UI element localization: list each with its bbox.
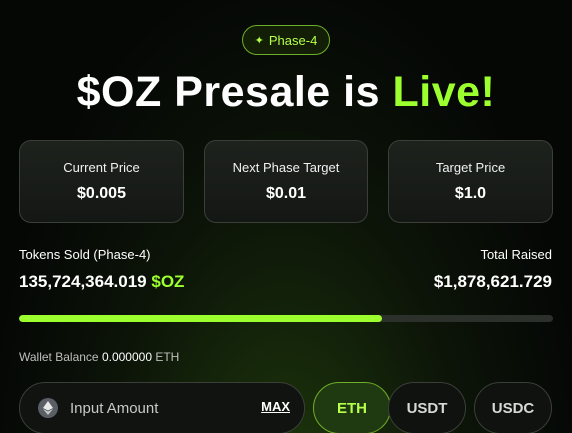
phase-badge-label: Phase-4 — [268, 32, 318, 48]
total-raised-label: Total Raised — [480, 247, 552, 262]
wallet-balance-amount: 0.000000 — [101, 350, 152, 364]
target-price-card: Target Price $1.0 — [388, 140, 553, 223]
ethereum-icon — [38, 398, 58, 418]
next-phase-target-label: Next Phase Target — [232, 160, 340, 175]
tokens-sold-unit: $OZ — [151, 272, 185, 291]
next-phase-target-value: $0.01 — [265, 185, 307, 202]
wallet-balance-unit: ETH — [155, 350, 180, 364]
page-title: $OZ Presale is Live! — [0, 68, 572, 117]
amount-input-box[interactable]: MAX — [19, 382, 305, 433]
tokens-sold-label: Tokens Sold (Phase-4) — [19, 247, 151, 262]
amount-input[interactable] — [70, 399, 240, 417]
headline-prefix: $OZ Presale is — [76, 68, 393, 116]
target-price-value: $1.0 — [454, 185, 487, 202]
presale-progress-fill — [19, 315, 383, 322]
max-button[interactable]: MAX — [261, 399, 290, 414]
target-price-label: Target Price — [435, 160, 506, 175]
tokens-sold-amount: 135,724,364.019 — [19, 272, 147, 291]
wallet-balance-label: Wallet Balance — [19, 350, 99, 364]
headline-highlight: Live! — [392, 68, 496, 116]
tokens-sold-value: 135,724,364.019 $OZ — [19, 272, 184, 292]
usdt-currency-button[interactable]: USDT — [388, 382, 466, 433]
total-raised-value: $1,878,621.729 — [433, 272, 552, 291]
phase-badge: ✦ Phase-4 — [242, 25, 330, 55]
current-price-card: Current Price $0.005 — [19, 140, 184, 223]
current-price-label: Current Price — [63, 160, 140, 175]
presale-progress-bar — [19, 315, 553, 322]
current-price-value: $0.005 — [77, 185, 126, 202]
wallet-balance: Wallet Balance 0.000000 ETH — [19, 350, 179, 364]
next-phase-target-card: Next Phase Target $0.01 — [204, 140, 368, 223]
usdc-currency-button[interactable]: USDC — [474, 382, 552, 433]
eth-currency-button[interactable]: ETH — [313, 382, 391, 433]
sparkle-icon: ✦ — [254, 34, 264, 47]
